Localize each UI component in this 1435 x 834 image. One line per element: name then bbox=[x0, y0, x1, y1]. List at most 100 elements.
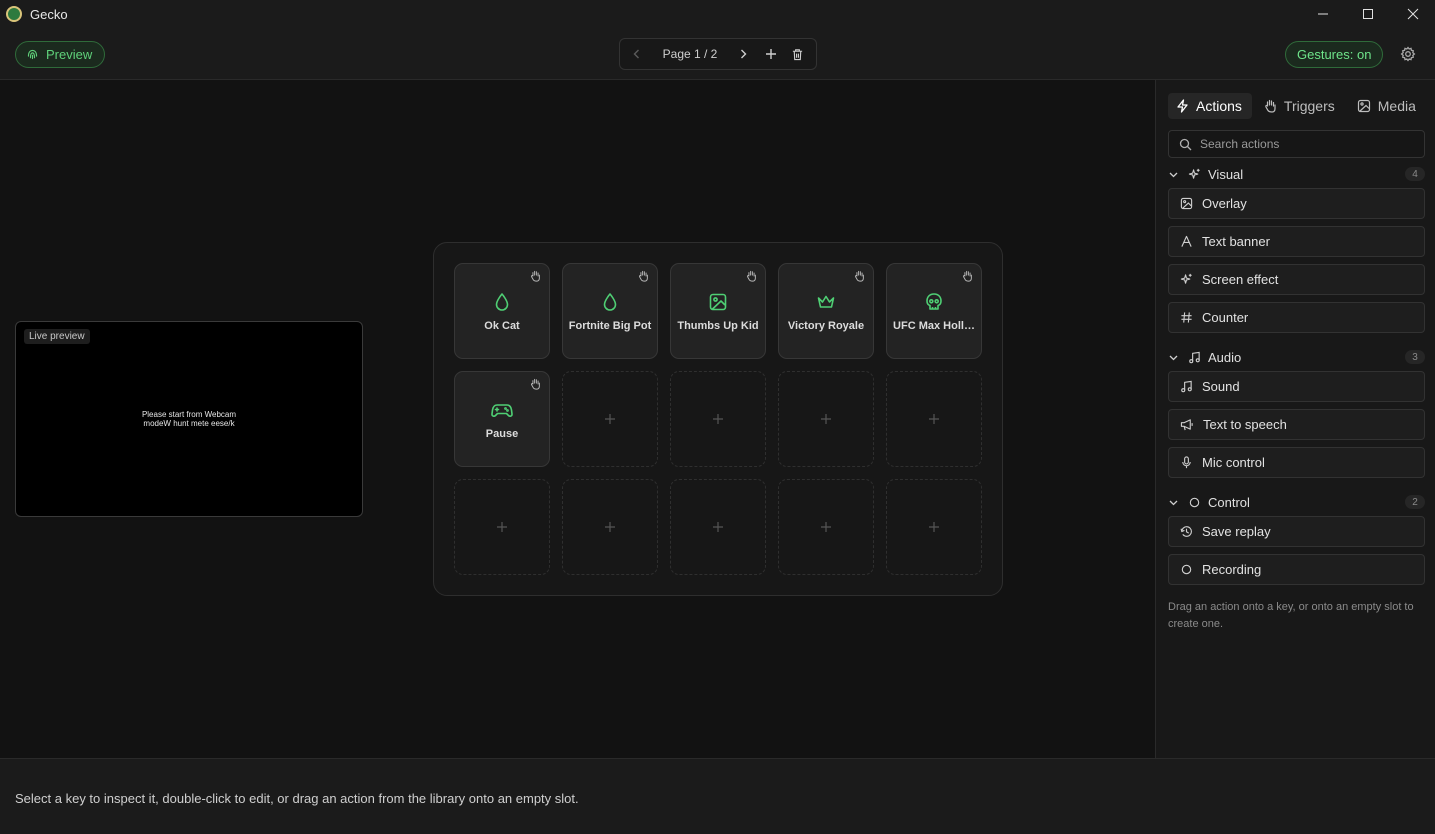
sidebar-hint: Drag an action onto a key, or onto an em… bbox=[1168, 601, 1414, 630]
plus-icon bbox=[929, 414, 939, 424]
plus-icon bbox=[766, 49, 776, 59]
key-victory-royale[interactable]: Victory Royale bbox=[778, 263, 874, 359]
hand-icon bbox=[1265, 99, 1276, 113]
fingerprint-icon bbox=[27, 49, 38, 60]
trash-icon bbox=[792, 48, 802, 60]
search-input[interactable] bbox=[1200, 137, 1410, 151]
music-note-icon bbox=[1181, 380, 1192, 393]
action-screen-effect[interactable]: Screen effect bbox=[1168, 264, 1425, 295]
skull-icon bbox=[926, 293, 942, 310]
action-save-replay[interactable]: Save replay bbox=[1168, 516, 1425, 547]
key-ok-cat[interactable]: Ok Cat bbox=[454, 263, 550, 359]
section-visual-header[interactable]: Visual 4 bbox=[1168, 165, 1425, 183]
status-text: Select a key to inspect it, double-click… bbox=[15, 791, 579, 806]
section-count-badge: 3 bbox=[1405, 350, 1425, 364]
maximize-button[interactable] bbox=[1345, 0, 1390, 28]
key-ufc-max-holloway[interactable]: UFC Max Holl… bbox=[886, 263, 982, 359]
action-overlay[interactable]: Overlay bbox=[1168, 188, 1425, 219]
chevron-down-icon bbox=[1169, 172, 1178, 177]
action-label: Recording bbox=[1202, 562, 1262, 577]
next-page-button[interactable] bbox=[730, 41, 756, 67]
hand-gesture-icon bbox=[963, 270, 972, 282]
gamepad-icon bbox=[491, 404, 513, 418]
status-bar: Select a key to inspect it, double-click… bbox=[0, 758, 1435, 834]
key-thumbs-up-kid[interactable]: Thumbs Up Kid bbox=[670, 263, 766, 359]
minimize-icon bbox=[1317, 13, 1328, 15]
key-pause[interactable]: Pause bbox=[454, 371, 550, 467]
prev-page-button[interactable] bbox=[624, 41, 650, 67]
sidebar-tabs: Actions Triggers Media bbox=[1168, 93, 1426, 119]
key-label: Thumbs Up Kid bbox=[677, 320, 759, 332]
empty-slot[interactable] bbox=[778, 479, 874, 575]
action-recording[interactable]: Recording bbox=[1168, 554, 1425, 585]
section-title: Audio bbox=[1208, 349, 1242, 365]
page-navigator: Page 1 / 2 bbox=[619, 38, 817, 70]
action-label: Text to speech bbox=[1203, 417, 1287, 432]
chevron-right-icon bbox=[741, 49, 747, 59]
section-audio-header[interactable]: Audio 3 bbox=[1168, 348, 1425, 366]
lightning-icon bbox=[1177, 99, 1188, 113]
plus-icon bbox=[713, 522, 723, 532]
maximize-icon bbox=[1362, 9, 1373, 19]
drop-icon bbox=[603, 293, 617, 311]
toolbar: Preview Page 1 / 2 Gestures: on bbox=[0, 28, 1435, 80]
sparkles-icon bbox=[1180, 273, 1192, 284]
plus-icon bbox=[821, 522, 831, 532]
plus-icon bbox=[713, 414, 723, 424]
empty-slot[interactable] bbox=[454, 479, 550, 575]
minimize-button[interactable] bbox=[1300, 0, 1345, 28]
key-fortnite-big-pot[interactable]: Fortnite Big Pot bbox=[562, 263, 658, 359]
key-deck: Ok Cat Fortnite Big Pot Thumbs Up Kid Vi… bbox=[433, 242, 1003, 596]
add-page-button[interactable] bbox=[758, 41, 784, 67]
action-label: Overlay bbox=[1202, 196, 1247, 211]
action-text-banner[interactable]: Text banner bbox=[1168, 226, 1425, 257]
empty-slot[interactable] bbox=[670, 371, 766, 467]
live-preview-message-line2: modeW hunt mete eese/k bbox=[143, 419, 235, 428]
tab-label: Actions bbox=[1196, 98, 1242, 114]
tab-triggers[interactable]: Triggers bbox=[1256, 93, 1345, 119]
preview-label: Preview bbox=[46, 47, 93, 62]
empty-slot[interactable] bbox=[778, 371, 874, 467]
empty-slot[interactable] bbox=[886, 371, 982, 467]
plus-icon bbox=[605, 522, 615, 532]
close-button[interactable] bbox=[1390, 0, 1435, 28]
plus-icon bbox=[821, 414, 831, 424]
key-label: Pause bbox=[485, 428, 519, 440]
live-preview-panel: Live preview Please start from Webcam mo… bbox=[15, 321, 363, 517]
tab-media[interactable]: Media bbox=[1349, 93, 1426, 119]
tab-label: Media bbox=[1377, 98, 1416, 114]
action-mic-control[interactable]: Mic control bbox=[1168, 447, 1425, 478]
hand-gesture-icon bbox=[639, 270, 648, 282]
empty-slot[interactable] bbox=[562, 479, 658, 575]
microphone-icon bbox=[1182, 456, 1191, 469]
live-preview-message-line1: Please start from Webcam bbox=[141, 410, 237, 419]
main-canvas: Live preview Please start from Webcam mo… bbox=[0, 80, 1155, 758]
window-controls bbox=[1300, 0, 1435, 28]
key-label: Victory Royale bbox=[787, 320, 865, 332]
action-label: Text banner bbox=[1202, 234, 1270, 249]
section-title: Control bbox=[1208, 494, 1250, 510]
hand-gesture-icon bbox=[531, 270, 540, 282]
action-text-to-speech[interactable]: Text to speech bbox=[1168, 409, 1425, 440]
settings-button[interactable] bbox=[1398, 44, 1418, 64]
action-label: Save replay bbox=[1202, 524, 1271, 539]
tab-actions[interactable]: Actions bbox=[1168, 93, 1252, 119]
delete-page-button[interactable] bbox=[784, 41, 810, 67]
gestures-toggle[interactable]: Gestures: on bbox=[1285, 41, 1384, 68]
action-counter[interactable]: Counter bbox=[1168, 302, 1425, 333]
empty-slot[interactable] bbox=[670, 479, 766, 575]
crown-icon bbox=[817, 295, 835, 308]
search-icon bbox=[1179, 138, 1192, 150]
empty-slot[interactable] bbox=[886, 479, 982, 575]
section-control-header[interactable]: Control 2 bbox=[1168, 493, 1425, 511]
preview-button[interactable]: Preview bbox=[15, 41, 106, 68]
search-actions-field[interactable] bbox=[1168, 130, 1425, 158]
action-label: Sound bbox=[1202, 379, 1240, 394]
action-library-sidebar: Actions Triggers Media Visual 4 Overlay … bbox=[1155, 80, 1435, 758]
plus-icon bbox=[497, 522, 507, 532]
hash-icon bbox=[1181, 312, 1192, 323]
action-sound[interactable]: Sound bbox=[1168, 371, 1425, 402]
section-count-badge: 4 bbox=[1405, 167, 1425, 181]
chevron-left-icon bbox=[633, 49, 639, 59]
empty-slot[interactable] bbox=[562, 371, 658, 467]
